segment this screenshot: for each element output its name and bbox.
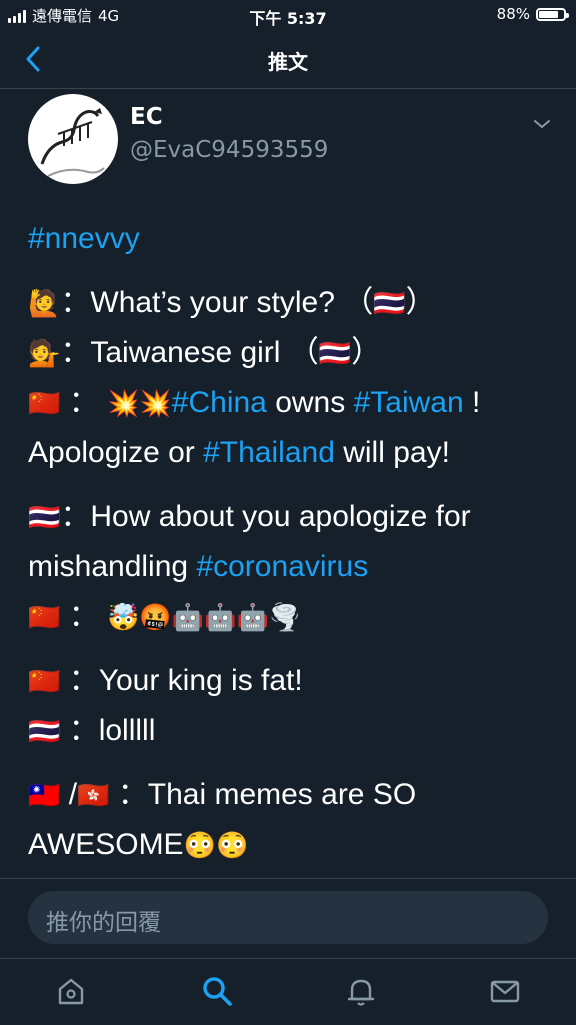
tweet-line: 🇹🇭 ：lolllll xyxy=(28,706,558,756)
divider xyxy=(0,878,576,879)
line-end: ! xyxy=(463,386,481,419)
line-text: ：Thai memes are SO xyxy=(109,778,417,811)
china-flag-emoji: 🇨🇳 xyxy=(28,388,61,418)
flushed-emojis: 😳😳 xyxy=(183,830,249,860)
line-text: ：Your king is fat! xyxy=(60,664,303,697)
line-sep: ： xyxy=(60,600,108,633)
line-text: ：Taiwanese girl （ xyxy=(60,336,319,369)
status-right: 88% xyxy=(496,5,569,23)
tweet-line: Apologize or #Thailand will pay! xyxy=(28,428,558,478)
tweet-line: mishandling #coronavirus xyxy=(28,542,558,592)
status-bar: 遠傳電信 4G 下午 5:37 88% xyxy=(0,0,576,32)
thailand-flag-emoji: 🇹🇭 xyxy=(373,288,406,318)
battery-icon xyxy=(536,7,569,21)
tipping-hand-emoji: 💁 xyxy=(28,338,61,368)
tweet-line: 🇹🇭：How about you apologize for xyxy=(28,492,558,542)
line-text: AWESOME xyxy=(28,828,184,861)
hashtag-link[interactable]: #Taiwan xyxy=(354,386,464,419)
bell-icon[interactable] xyxy=(343,973,379,1009)
line-text: Apologize or xyxy=(28,436,204,469)
line-end: ） xyxy=(351,336,382,369)
search-icon[interactable] xyxy=(199,973,235,1009)
reply-placeholder: 推你的回覆 xyxy=(46,910,161,936)
thailand-flag-emoji: 🇹🇭 xyxy=(28,502,61,532)
tweet-line: 💁：Taiwanese girl （🇹🇭） xyxy=(28,328,558,378)
tweet-line: 🇨🇳 ： 🤯🤬🤖🤖🤖🌪️ xyxy=(28,592,558,642)
line-text: owns xyxy=(266,386,354,419)
author-name[interactable]: EC xyxy=(130,104,163,130)
line-text: ：What’s your style? （ xyxy=(60,286,374,319)
tweet-line: 🇨🇳 ：Your king is fat! xyxy=(28,656,558,706)
battery-percent: 88% xyxy=(496,5,530,23)
nav-bar: 推文 xyxy=(0,32,576,89)
reply-input[interactable]: 推你的回覆 xyxy=(28,891,548,944)
china-flag-emoji: 🇨🇳 xyxy=(28,666,61,696)
tweet-line: 🙋：What’s your style? （🇹🇭） xyxy=(28,278,558,328)
hongkong-flag-emoji: 🇭🇰 xyxy=(77,780,110,810)
line-sep: ： xyxy=(60,386,108,419)
chevron-down-icon[interactable] xyxy=(530,112,554,136)
page-title: 推文 xyxy=(268,50,308,74)
tweet-line: AWESOME😳😳 xyxy=(28,820,558,870)
collision-emojis: 💥💥 xyxy=(107,388,172,418)
line-text: ：How about you apologize for xyxy=(60,500,471,533)
status-time: 下午 5:37 xyxy=(249,9,327,28)
tab-bar xyxy=(0,958,576,1025)
thailand-flag-emoji: 🇹🇭 xyxy=(318,338,352,368)
line-end: ） xyxy=(405,286,436,319)
thailand-flag-emoji: 🇹🇭 xyxy=(28,716,61,746)
line-text: ：lolllll xyxy=(60,714,156,747)
line-text: mishandling xyxy=(28,550,197,583)
hashtag-link[interactable]: #coronavirus xyxy=(196,550,368,583)
line-text: will pay! xyxy=(334,436,450,469)
tweet-line: 🇹🇼 /🇭🇰 ：Thai memes are SO xyxy=(28,770,558,820)
tweet-line: #nnevvy xyxy=(28,214,558,264)
taiwan-flag-emoji: 🇹🇼 xyxy=(28,780,61,810)
hashtag-link[interactable]: #Thailand xyxy=(203,436,335,469)
avatar[interactable] xyxy=(28,94,118,184)
china-flag-emoji: 🇨🇳 xyxy=(28,602,61,632)
reaction-emojis: 🤯🤬🤖🤖🤖🌪️ xyxy=(107,602,302,632)
home-icon[interactable] xyxy=(53,973,89,1009)
tweet-line: 🇨🇳 ： 💥💥#China owns #Taiwan ! xyxy=(28,378,558,428)
hashtag-link[interactable]: #nnevvy xyxy=(28,222,140,255)
author-handle[interactable]: @EvaC94593559 xyxy=(130,137,328,163)
raising-hand-emoji: 🙋 xyxy=(28,288,61,318)
hashtag-link[interactable]: #China xyxy=(172,386,267,419)
tweet-text: #nnevvy 🙋：What’s your style? （🇹🇭） 💁：Taiw… xyxy=(28,214,558,870)
mail-icon[interactable] xyxy=(487,973,523,1009)
line-slash: / xyxy=(60,778,78,811)
